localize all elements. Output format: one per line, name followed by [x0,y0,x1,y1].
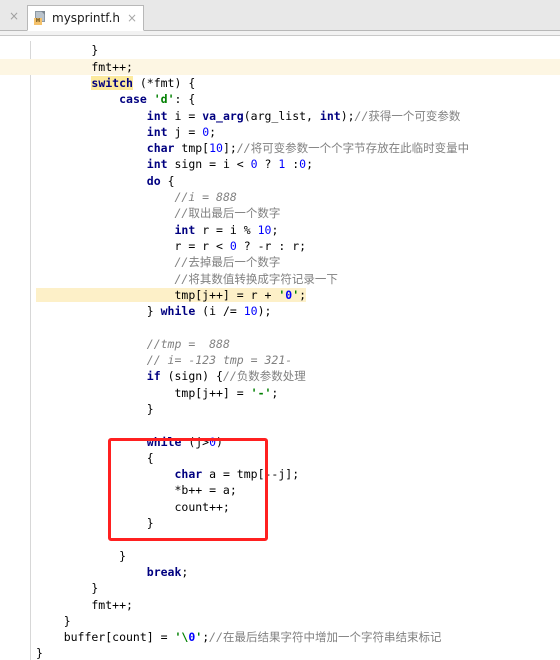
code-line[interactable]: } [0,613,560,629]
code-line[interactable]: //将其数值转换成字符记录一下 [0,271,560,287]
code-line[interactable]: while (j>0) [0,434,560,450]
code-line[interactable]: int j = 0; [0,124,560,140]
code-line[interactable] [0,417,560,433]
code-line[interactable]: *b++ = a; [0,482,560,498]
code-line[interactable]: } [0,548,560,564]
editor-tab-bar: × H mysprintf.h × [0,0,560,31]
code-line[interactable]: } [0,401,560,417]
code-line[interactable]: //取出最后一个数字 [0,205,560,221]
code-line[interactable]: r = r < 0 ? -r : r; [0,238,560,254]
code-line[interactable] [0,531,560,547]
code-line[interactable]: do { [0,173,560,189]
tab-close-icon[interactable]: × [125,12,137,24]
code-line[interactable]: break; [0,564,560,580]
code-line[interactable]: int i = va_arg(arg_list, int);//获得一个可变参数 [0,108,560,124]
code-line[interactable]: //i = 888 [0,189,560,205]
code-line[interactable]: count++; [0,499,560,515]
top-clip-mask [0,37,560,41]
code-line[interactable]: buffer[count] = '\0';//在最后结果字符中增加一个字符串结束… [0,629,560,645]
code-line[interactable]: // i= -123 tmp = 321- [0,352,560,368]
code-line[interactable]: tmp[j++] = r + '0'; [0,287,560,303]
code-line[interactable]: //去掉最后一个数字 [0,254,560,270]
tab-title: mysprintf.h [52,11,121,25]
code-line[interactable] [0,319,560,335]
code-line[interactable]: char tmp[10];//将可变参数一个个字节存放在此临时变量中 [0,140,560,156]
code-line[interactable]: tmp[j++] = '-'; [0,385,560,401]
ide-window: × H mysprintf.h × continue; } fmt++; swi… [0,0,560,660]
code-line[interactable]: case 'd': { [0,91,560,107]
code-line[interactable]: } while (i /= 10); [0,303,560,319]
close-icon-left[interactable]: × [4,8,24,24]
code-line[interactable]: //tmp = 888 [0,336,560,352]
code-line[interactable]: if (sign) {//负数参数处理 [0,368,560,384]
header-file-icon-badge: H [34,18,42,25]
code-line[interactable]: fmt++; [0,597,560,613]
code-line[interactable]: } [0,645,560,660]
code-line[interactable]: { [0,450,560,466]
code-line[interactable]: fmt++; [0,58,560,75]
breadcrumb-strip [0,31,560,36]
code-line[interactable]: } [0,580,560,596]
code-line[interactable]: } [0,515,560,531]
code-line[interactable]: char a = tmp[--j]; [0,466,560,482]
code-line[interactable]: int r = i % 10; [0,222,560,238]
tab-mysprintf-h[interactable]: H mysprintf.h × [27,5,145,31]
code-editor[interactable]: continue; } fmt++; switch (*fmt) { case … [0,37,560,660]
code-line[interactable]: int sign = i < 0 ? 1 :0; [0,156,560,172]
code-line[interactable]: switch (*fmt) { [0,75,560,91]
code-line[interactable]: } [0,42,560,58]
header-file-icon: H [34,11,47,25]
